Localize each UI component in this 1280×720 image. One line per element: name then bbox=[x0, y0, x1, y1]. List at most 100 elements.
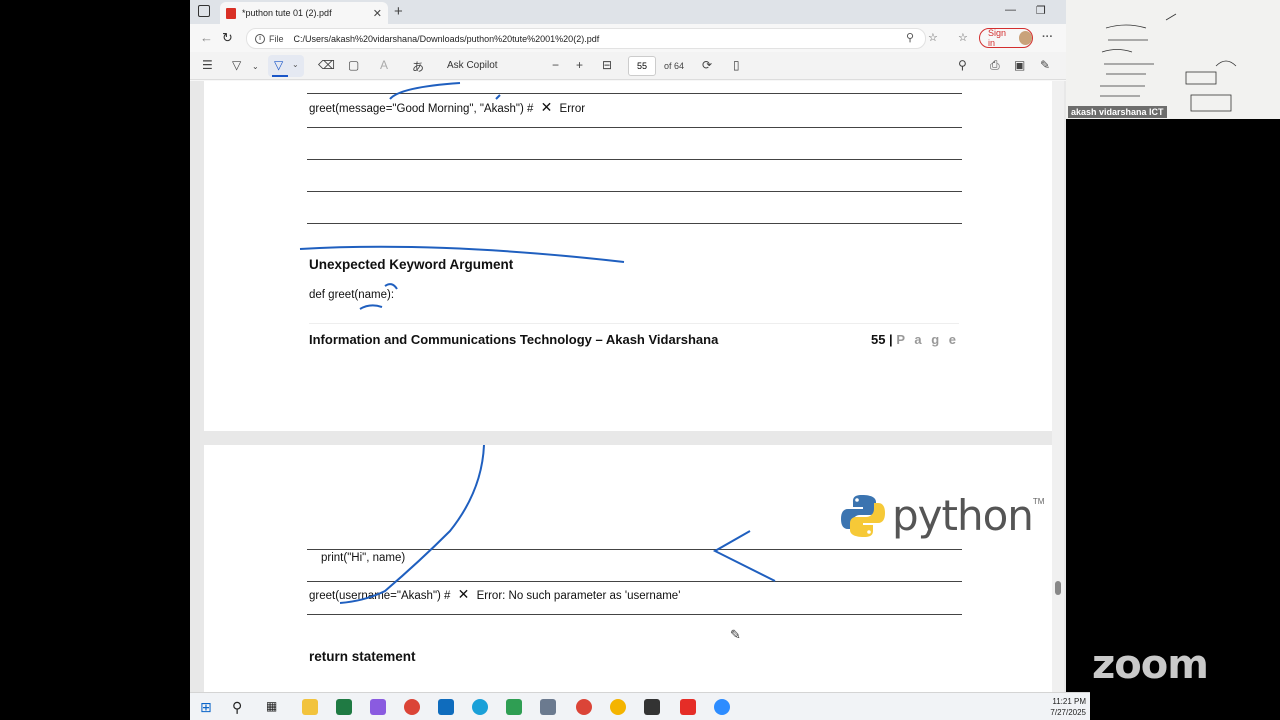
code-text: greet(message="Good Morning", "Akash") # bbox=[309, 103, 534, 115]
whiteboard-sketch bbox=[1100, 13, 1237, 112]
code-line-error-1: greet(message="Good Morning", "Akash") #… bbox=[309, 99, 585, 116]
new-tab-icon[interactable]: + bbox=[394, 3, 403, 20]
table-rule bbox=[307, 581, 962, 582]
draw-icon: ▽ bbox=[274, 58, 284, 72]
zoom-icon[interactable] bbox=[714, 699, 730, 715]
add-text-icon[interactable]: A bbox=[380, 58, 388, 72]
page-view-icon[interactable]: ▯ bbox=[733, 58, 740, 72]
error-text: Error: No such parameter as 'username' bbox=[476, 590, 681, 602]
favorites-icon[interactable]: ☆ bbox=[958, 31, 968, 44]
draw-color-bar bbox=[272, 75, 288, 77]
document-icon[interactable] bbox=[540, 699, 556, 715]
close-tab-icon[interactable]: ✕ bbox=[373, 7, 382, 20]
fit-page-icon[interactable]: ⊟ bbox=[602, 58, 612, 72]
restore-icon[interactable]: ❐ bbox=[1036, 4, 1046, 17]
scrollbar[interactable] bbox=[1052, 81, 1064, 692]
file-explorer-icon[interactable] bbox=[302, 699, 318, 715]
print-icon[interactable]: ⎙ bbox=[990, 58, 1000, 73]
windows-taskbar: ⊞ ⚲ ▦ 11:21 PM 7/27/2025 bbox=[190, 692, 1090, 720]
tab-actions-icon[interactable] bbox=[198, 5, 210, 17]
def-line: def greet(name): bbox=[309, 289, 395, 301]
edge-browser-window: *puthon tute 01 (2).pdf ✕ + — ❐ ← ↻ i Fi… bbox=[190, 0, 1066, 692]
favorite-star-icon[interactable]: ☆ bbox=[928, 31, 938, 44]
minimize-icon[interactable]: — bbox=[1005, 4, 1016, 16]
highlight-dropdown-icon[interactable]: ⌄ bbox=[252, 62, 259, 71]
table-rule bbox=[307, 549, 962, 550]
search-icon[interactable]: ⚲ bbox=[958, 58, 967, 72]
python-snake-icon bbox=[841, 494, 885, 537]
save-as-icon[interactable]: ✎ bbox=[1040, 58, 1050, 72]
contents-icon[interactable]: ☰ bbox=[202, 58, 213, 72]
copilot-icon[interactable] bbox=[370, 699, 386, 715]
tab-title: *puthon tute 01 (2).pdf bbox=[242, 8, 332, 18]
scrollbar-thumb[interactable] bbox=[1055, 581, 1061, 595]
search-icon[interactable]: ⚲ bbox=[232, 699, 248, 715]
code-line-error-2: greet(username="Akash") # ✕ Error: No su… bbox=[309, 586, 680, 603]
table-rule bbox=[307, 191, 962, 192]
pdf-page-56: python TM print("Hi", name) greet(userna… bbox=[204, 445, 1064, 692]
ask-copilot-button[interactable]: Ask Copilot bbox=[447, 60, 498, 71]
outlook-icon[interactable] bbox=[438, 699, 454, 715]
eraser-icon[interactable]: ⌫ bbox=[318, 58, 335, 72]
chrome-icon[interactable] bbox=[404, 699, 420, 715]
save-icon[interactable]: ▣ bbox=[1014, 58, 1025, 72]
url-field[interactable]: i File C:/Users/akash%20vidarshana/Downl… bbox=[246, 28, 926, 49]
page-number-input[interactable]: 55 bbox=[628, 56, 656, 76]
zoom-logo: zoom bbox=[1092, 642, 1209, 688]
trademark: TM bbox=[1032, 497, 1045, 506]
code-text: greet(username="Akash") # bbox=[309, 590, 451, 602]
youtube-icon[interactable] bbox=[680, 699, 696, 715]
terminal-icon[interactable] bbox=[644, 699, 660, 715]
zoom-in-icon[interactable]: + bbox=[576, 58, 583, 72]
draw-button[interactable]: ▽ ⌄ bbox=[268, 55, 304, 77]
draw-dropdown-icon[interactable]: ⌄ bbox=[292, 60, 299, 69]
page-footer: Information and Communications Technolog… bbox=[309, 323, 959, 347]
pdf-viewport[interactable]: greet(message="Good Morning", "Akash") #… bbox=[190, 81, 1066, 692]
footer-title: Information and Communications Technolog… bbox=[309, 332, 719, 347]
python-wordmark: python bbox=[892, 491, 1034, 540]
cross-mark-icon: ✕ bbox=[540, 99, 553, 115]
pdf-icon bbox=[226, 7, 236, 19]
participant-name: akash vidarshana ICT bbox=[1068, 106, 1167, 118]
zoom-search-icon[interactable]: ⚲ bbox=[906, 31, 914, 44]
read-aloud-icon[interactable]: あ bbox=[412, 58, 424, 75]
text-box-icon[interactable]: ▢ bbox=[348, 58, 359, 72]
section-heading: Unexpected Keyword Argument bbox=[309, 257, 514, 272]
tab-pdf[interactable]: *puthon tute 01 (2).pdf ✕ bbox=[220, 2, 388, 24]
footer-page-number: 55 | P a g e bbox=[871, 332, 959, 347]
print-line: print("Hi", name) bbox=[321, 552, 406, 564]
app-icon[interactable] bbox=[506, 699, 522, 715]
screen: *puthon tute 01 (2).pdf ✕ + — ❐ ← ↻ i Fi… bbox=[0, 0, 1280, 720]
rotate-icon[interactable]: ⟳ bbox=[702, 58, 712, 72]
edge-icon[interactable] bbox=[472, 699, 488, 715]
more-menu-icon[interactable]: ··· bbox=[1042, 31, 1053, 43]
refresh-icon[interactable]: ↻ bbox=[222, 30, 233, 46]
avatar bbox=[1018, 31, 1032, 45]
clock-date: 7/27/2025 bbox=[1050, 708, 1086, 717]
task-view-icon[interactable]: ▦ bbox=[266, 699, 282, 715]
system-clock[interactable]: 11:21 PM 7/27/2025 bbox=[1050, 696, 1086, 718]
participant-video bbox=[1066, 0, 1280, 119]
info-icon[interactable]: i bbox=[255, 33, 265, 44]
excel-icon[interactable] bbox=[336, 699, 352, 715]
chrome-icon[interactable] bbox=[576, 699, 592, 715]
table-rule bbox=[307, 223, 962, 224]
cross-mark-icon: ✕ bbox=[457, 586, 470, 602]
table-rule bbox=[307, 159, 962, 160]
footer-page-num: 55 | bbox=[870, 332, 893, 347]
highlight-icon[interactable]: ▽ bbox=[232, 58, 241, 72]
back-icon[interactable]: ← bbox=[200, 30, 213, 45]
start-icon[interactable]: ⊞ bbox=[200, 699, 216, 715]
page-total: of 64 bbox=[664, 61, 685, 71]
file-label: File bbox=[269, 33, 284, 44]
table-rule bbox=[307, 127, 962, 128]
table-rule bbox=[307, 93, 962, 94]
chrome-icon[interactable] bbox=[610, 699, 626, 715]
tab-bar: *puthon tute 01 (2).pdf ✕ + — ❐ bbox=[190, 0, 1066, 24]
url-text: C:/Users/akash%20vidarshana/Downloads/pu… bbox=[293, 33, 600, 44]
zoom-out-icon[interactable]: − bbox=[552, 58, 559, 72]
table-rule bbox=[307, 614, 962, 615]
section-heading: return statement bbox=[309, 649, 416, 664]
address-bar: ← ↻ i File C:/Users/akash%20vidarshana/D… bbox=[190, 24, 1066, 52]
sign-in-button[interactable]: Sign in bbox=[979, 28, 1033, 48]
